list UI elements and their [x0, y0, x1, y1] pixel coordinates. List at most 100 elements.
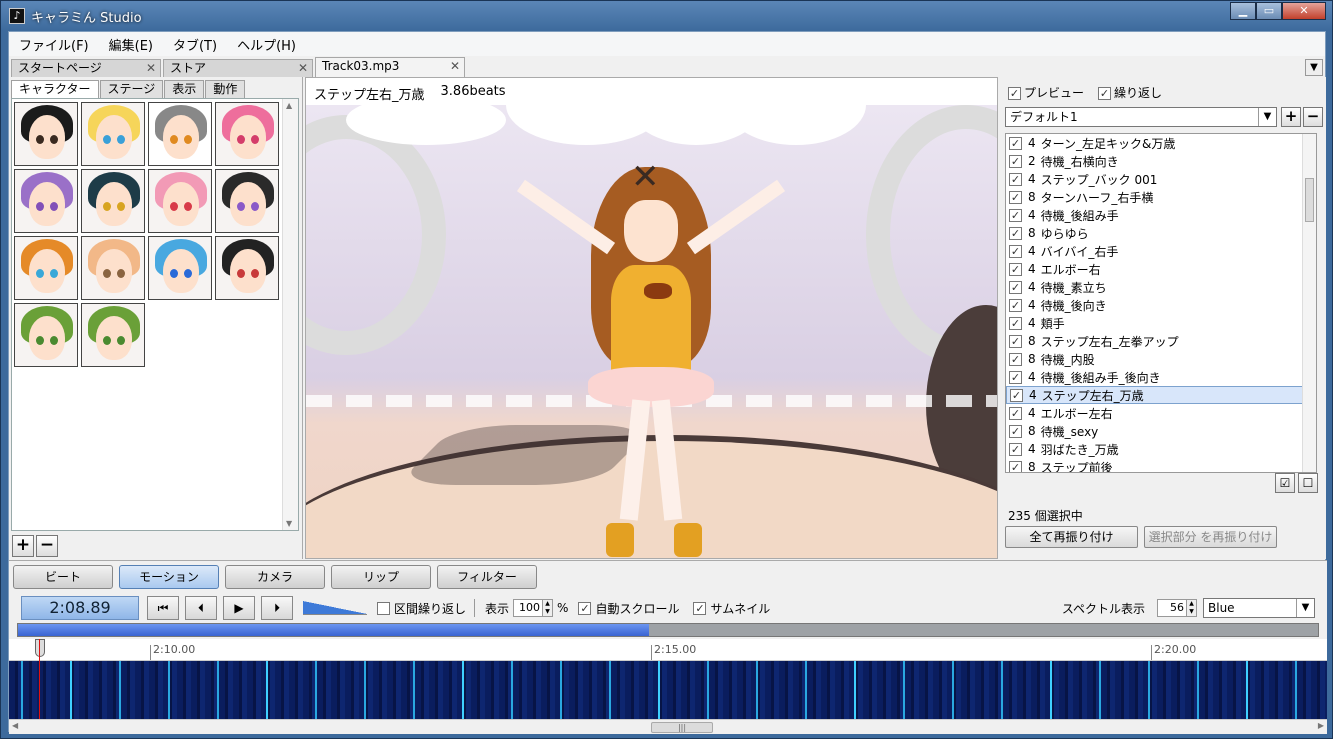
- spectrum-spinner[interactable]: ▲ ▼: [1187, 599, 1197, 617]
- motion-row[interactable]: ✓ 8 ターンハーフ_右手横: [1006, 188, 1316, 206]
- character-thumbnail[interactable]: [215, 236, 279, 300]
- mode-tab[interactable]: ビート: [13, 565, 113, 589]
- tab-close-icon[interactable]: ✕: [298, 60, 308, 76]
- motion-row[interactable]: ✓ 4 頬手: [1006, 314, 1316, 332]
- subtab-motion[interactable]: 動作: [205, 80, 246, 98]
- scroll-down-icon[interactable]: ▼: [286, 519, 292, 528]
- character-thumbnail[interactable]: [14, 102, 78, 166]
- tab-close-icon[interactable]: ✕: [146, 60, 156, 76]
- song-progress-bar[interactable]: [17, 623, 1319, 637]
- motion-checkbox[interactable]: ✓: [1009, 244, 1022, 258]
- previous-icon[interactable]: ⏴: [185, 596, 217, 620]
- playhead-handle[interactable]: [35, 639, 45, 657]
- scroll-right-icon[interactable]: ▶: [1318, 721, 1324, 730]
- motion-row[interactable]: ✓ 4 バイバイ_右手: [1006, 242, 1316, 260]
- motion-row[interactable]: ✓ 4 ターン_左足キック&万歳: [1006, 134, 1316, 152]
- menu-tab[interactable]: タブ(T): [163, 35, 227, 54]
- character-thumbnail[interactable]: [148, 169, 212, 233]
- timeline-scrollbar[interactable]: ◀ ||| ▶: [9, 719, 1327, 734]
- repeat-option[interactable]: ✓ 繰り返し: [1098, 84, 1162, 101]
- loop-checkbox[interactable]: [377, 601, 390, 615]
- motion-checkbox[interactable]: ✓: [1010, 388, 1023, 402]
- preview-option[interactable]: ✓ プレビュー: [1008, 84, 1084, 101]
- motion-checkbox[interactable]: ✓: [1009, 262, 1022, 276]
- scroll-up-icon[interactable]: ▲: [286, 101, 292, 110]
- motion-row[interactable]: ✓ 4 待機_後向き: [1006, 296, 1316, 314]
- subtab-stage[interactable]: ステージ: [99, 80, 164, 98]
- motion-checkbox[interactable]: ✓: [1009, 424, 1022, 438]
- motion-checkbox[interactable]: ✓: [1009, 136, 1022, 150]
- motion-row[interactable]: ✓ 8 ステップ前後: [1006, 458, 1316, 472]
- motion-checkbox[interactable]: ✓: [1009, 352, 1022, 366]
- motion-row[interactable]: ✓ 8 待機_sexy: [1006, 422, 1316, 440]
- skip-to-start-icon[interactable]: ⏮: [147, 596, 179, 620]
- motion-checkbox[interactable]: ✓: [1009, 172, 1022, 186]
- character-thumbnail[interactable]: [81, 236, 145, 300]
- motion-checkbox[interactable]: ✓: [1009, 298, 1022, 312]
- menu-help[interactable]: ヘルプ(H): [227, 35, 306, 54]
- spectrum-view[interactable]: [9, 661, 1327, 719]
- reassign-selected-button[interactable]: 選択部分 を再振り付け: [1144, 526, 1277, 548]
- motion-row[interactable]: ✓ 4 待機_後組み手: [1006, 206, 1316, 224]
- check-all-icon[interactable]: ☑: [1275, 473, 1295, 493]
- character-list-scrollbar[interactable]: ▲ ▼: [282, 99, 298, 530]
- add-character-button[interactable]: +: [12, 535, 34, 557]
- motion-row[interactable]: ✓ 8 待機_内股: [1006, 350, 1316, 368]
- motion-checkbox[interactable]: ✓: [1009, 208, 1022, 222]
- zoom-spinner[interactable]: ▲ ▼: [543, 599, 554, 617]
- chevron-down-icon[interactable]: ▼: [1258, 108, 1276, 126]
- mode-tab[interactable]: フィルター: [437, 565, 537, 589]
- motion-row[interactable]: ✓ 4 羽ばたき_万歳: [1006, 440, 1316, 458]
- scroll-thumb[interactable]: [1305, 178, 1314, 222]
- motion-row[interactable]: ✓ 4 ステップ_バック 001: [1006, 170, 1316, 188]
- character-thumbnail[interactable]: [14, 236, 78, 300]
- zoom-input[interactable]: 100: [513, 599, 544, 617]
- motion-row[interactable]: ✓ 8 ゆらゆら: [1006, 224, 1316, 242]
- motion-row[interactable]: ✓ 4 ステップ左右_万歳: [1006, 386, 1316, 404]
- mode-tab[interactable]: カメラ: [225, 565, 325, 589]
- next-icon[interactable]: ⏵: [261, 596, 293, 620]
- preview-checkbox[interactable]: ✓: [1008, 87, 1021, 100]
- reassign-all-button[interactable]: 全て再振り付け: [1005, 526, 1138, 548]
- character-thumbnail[interactable]: [148, 102, 212, 166]
- close-window-button[interactable]: ✕: [1282, 2, 1326, 20]
- motion-checkbox[interactable]: ✓: [1009, 190, 1022, 204]
- color-select[interactable]: Blue ▼: [1203, 598, 1315, 618]
- maximize-button[interactable]: ▭: [1256, 2, 1282, 20]
- motion-row[interactable]: ✓ 4 待機_後組み手_後向き: [1006, 368, 1316, 386]
- motion-row[interactable]: ✓ 4 待機_素立ち: [1006, 278, 1316, 296]
- motion-checkbox[interactable]: ✓: [1009, 316, 1022, 330]
- mode-tab[interactable]: リップ: [331, 565, 431, 589]
- loop-option[interactable]: 区間繰り返し: [377, 600, 466, 617]
- motion-checkbox[interactable]: ✓: [1009, 406, 1022, 420]
- motion-list-scrollbar[interactable]: [1302, 134, 1316, 472]
- uncheck-all-icon[interactable]: ☐: [1298, 473, 1318, 493]
- motion-checkbox[interactable]: ✓: [1009, 334, 1022, 348]
- character-thumbnail[interactable]: [148, 236, 212, 300]
- motion-row[interactable]: ✓ 2 待機_右横向き: [1006, 152, 1316, 170]
- spectrum-input[interactable]: 56: [1157, 599, 1187, 617]
- character-thumbnail[interactable]: [14, 303, 78, 367]
- character-thumbnail[interactable]: [81, 102, 145, 166]
- character-thumbnail[interactable]: [14, 169, 78, 233]
- scroll-left-icon[interactable]: ◀: [12, 721, 18, 730]
- tab-list-dropdown-icon[interactable]: ▼: [1305, 59, 1323, 76]
- character-thumbnail[interactable]: [215, 102, 279, 166]
- motion-checkbox[interactable]: ✓: [1009, 226, 1022, 240]
- character-thumbnail[interactable]: [81, 303, 145, 367]
- 3d-viewport[interactable]: ステップ左右_万歳 3.86beats ✕: [305, 77, 998, 559]
- motion-row[interactable]: ✓ 8 ステップ左右_左拳アップ: [1006, 332, 1316, 350]
- add-preset-button[interactable]: +: [1281, 107, 1301, 127]
- thumbnail-option[interactable]: ✓ サムネイル: [693, 600, 770, 617]
- subtab-display[interactable]: 表示: [164, 80, 205, 98]
- motion-checkbox[interactable]: ✓: [1009, 370, 1022, 384]
- repeat-checkbox[interactable]: ✓: [1098, 87, 1112, 100]
- motion-checkbox[interactable]: ✓: [1009, 460, 1022, 472]
- volume-slider[interactable]: [303, 601, 367, 615]
- thumbnail-checkbox[interactable]: ✓: [693, 601, 707, 615]
- mode-tab[interactable]: モーション: [119, 565, 219, 589]
- tab-store[interactable]: ストア ✕: [163, 59, 313, 77]
- tab-track[interactable]: Track03.mp3 ✕: [315, 57, 465, 77]
- autoscroll-option[interactable]: ✓ 自動スクロール: [578, 600, 679, 617]
- play-icon[interactable]: ▶: [223, 596, 255, 620]
